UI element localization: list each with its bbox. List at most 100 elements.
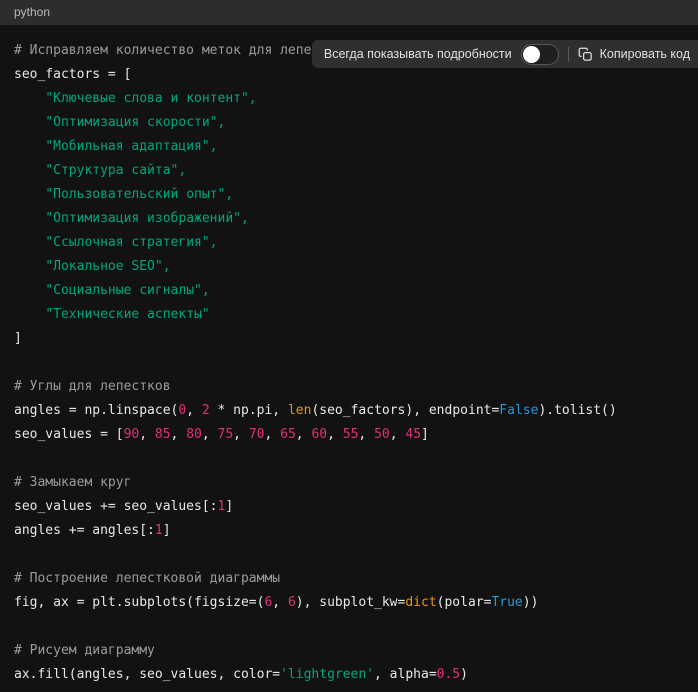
code-token-plain bbox=[14, 91, 45, 106]
code-token-comment: # Замыкаем круг bbox=[14, 475, 131, 490]
code-token-plain: , bbox=[233, 427, 249, 442]
code-token-plain: ] bbox=[14, 331, 22, 346]
code-token-plain: * np.pi, bbox=[210, 403, 288, 418]
code-token-builtin: len bbox=[288, 403, 311, 418]
code-token-number: 45 bbox=[405, 427, 421, 442]
code-header: python bbox=[0, 0, 698, 25]
code-token-plain bbox=[14, 307, 45, 322]
code-token-plain: ), subplot_kw= bbox=[296, 595, 406, 610]
toolbar-divider bbox=[568, 47, 569, 62]
copy-code-button[interactable]: Копировать код bbox=[578, 47, 690, 62]
code-token-comment: # Построение лепестковой диаграммы bbox=[14, 571, 280, 586]
code-token-plain: , alpha= bbox=[374, 667, 437, 682]
code-token-number: 0.5 bbox=[437, 667, 460, 682]
code-token-plain: ] bbox=[225, 499, 233, 514]
code-token-plain: ).tolist() bbox=[538, 403, 616, 418]
code-token-number: 90 bbox=[124, 427, 140, 442]
code-line: "Технические аспекты" bbox=[14, 303, 684, 327]
code-token-string: 'lightgreen' bbox=[280, 667, 374, 682]
code-token-plain: seo_values = [ bbox=[14, 427, 124, 442]
code-line: seo_values = [90, 85, 80, 75, 70, 65, 60… bbox=[14, 423, 684, 447]
code-token-plain: (polar= bbox=[437, 595, 492, 610]
code-token-plain: seo_values += seo_values[: bbox=[14, 499, 218, 514]
code-token-plain bbox=[14, 259, 45, 274]
code-token-plain: , bbox=[264, 427, 280, 442]
code-token-plain: , bbox=[296, 427, 312, 442]
code-token-plain bbox=[14, 163, 45, 178]
code-token-plain: angles = np.linspace( bbox=[14, 403, 178, 418]
code-token-plain: , bbox=[139, 427, 155, 442]
code-token-plain: , bbox=[186, 403, 202, 418]
code-token-number: 50 bbox=[374, 427, 390, 442]
code-line: "Оптимизация изображений", bbox=[14, 207, 684, 231]
always-show-details-label: Всегда показывать подробности bbox=[324, 47, 512, 61]
code-token-string: "Социальные сигналы", bbox=[45, 283, 209, 298]
code-token-plain: , bbox=[272, 595, 288, 610]
code-line: "Оптимизация скорости", bbox=[14, 111, 684, 135]
code-line: "Социальные сигналы", bbox=[14, 279, 684, 303]
code-line: "Пользовательский опыт", bbox=[14, 183, 684, 207]
code-token-string: "Оптимизация изображений", bbox=[45, 211, 249, 226]
code-token-plain: , bbox=[327, 427, 343, 442]
code-token-string: "Технические аспекты" bbox=[45, 307, 209, 322]
code-token-keyword: False bbox=[499, 403, 538, 418]
code-token-number: 60 bbox=[311, 427, 327, 442]
code-token-string: "Ссылочная стратегия", bbox=[45, 235, 217, 250]
code-token-plain bbox=[14, 115, 45, 130]
code-token-plain: ] bbox=[163, 523, 171, 538]
code-token-comment: # Исправляем количество меток для лепест… bbox=[14, 43, 351, 58]
code-token-plain: , bbox=[390, 427, 406, 442]
code-token-number: 65 bbox=[280, 427, 296, 442]
code-token-plain bbox=[14, 187, 45, 202]
code-line: # Построение лепестковой диаграммы bbox=[14, 567, 684, 591]
code-token-number: 55 bbox=[343, 427, 359, 442]
code-line bbox=[14, 447, 684, 471]
code-line: "Локальное SEO", bbox=[14, 255, 684, 279]
code-token-string: "Пользовательский опыт", bbox=[45, 187, 233, 202]
code-token-plain: (seo_factors), endpoint= bbox=[311, 403, 499, 418]
code-token-plain: ] bbox=[421, 427, 429, 442]
code-token-string: "Структура сайта", bbox=[45, 163, 186, 178]
code-line: "Структура сайта", bbox=[14, 159, 684, 183]
code-token-plain: , bbox=[202, 427, 218, 442]
code-token-plain: seo_factors = [ bbox=[14, 67, 131, 82]
code-token-plain: )) bbox=[523, 595, 539, 610]
code-token-number: 2 bbox=[202, 403, 210, 418]
code-token-plain bbox=[14, 235, 45, 250]
code-scroll-area: # Исправляем количество меток для лепест… bbox=[0, 25, 698, 692]
code-token-string: "Ключевые слова и контент", bbox=[45, 91, 256, 106]
code-line: seo_values += seo_values[:1] bbox=[14, 495, 684, 519]
code-token-number: 1 bbox=[155, 523, 163, 538]
code-block: python # Исправляем количество меток для… bbox=[0, 0, 698, 692]
code-token-plain: angles += angles[: bbox=[14, 523, 155, 538]
code-line: ] bbox=[14, 327, 684, 351]
copy-code-label: Копировать код bbox=[600, 47, 690, 61]
code-line: # Рисуем диаграмму bbox=[14, 639, 684, 663]
code-token-number: 75 bbox=[218, 427, 234, 442]
code-line: fig, ax = plt.subplots(figsize=(6, 6), s… bbox=[14, 591, 684, 615]
code-token-plain bbox=[14, 283, 45, 298]
details-toggle[interactable] bbox=[521, 44, 559, 65]
code-content: # Исправляем количество меток для лепест… bbox=[14, 39, 684, 687]
code-token-string: "Мобильная адаптация", bbox=[45, 139, 217, 154]
code-line: ax.fill(angles, seo_values, color='light… bbox=[14, 663, 684, 687]
code-token-number: 70 bbox=[249, 427, 265, 442]
code-token-number: 80 bbox=[186, 427, 202, 442]
floating-toolbar: Всегда показывать подробности Копировать… bbox=[312, 40, 698, 68]
code-token-plain bbox=[14, 211, 45, 226]
code-token-plain bbox=[14, 139, 45, 154]
code-line: # Замыкаем круг bbox=[14, 471, 684, 495]
code-token-comment: # Рисуем диаграмму bbox=[14, 643, 155, 658]
code-line: # Углы для лепестков bbox=[14, 375, 684, 399]
code-token-comment: # Углы для лепестков bbox=[14, 379, 171, 394]
code-token-string: "Оптимизация скорости", bbox=[45, 115, 225, 130]
code-line: "Ссылочная стратегия", bbox=[14, 231, 684, 255]
code-line: angles = np.linspace(0, 2 * np.pi, len(s… bbox=[14, 399, 684, 423]
code-token-builtin: dict bbox=[405, 595, 436, 610]
code-line bbox=[14, 543, 684, 567]
code-token-number: 6 bbox=[288, 595, 296, 610]
code-line: "Ключевые слова и контент", bbox=[14, 87, 684, 111]
code-line bbox=[14, 615, 684, 639]
code-token-plain: ) bbox=[460, 667, 468, 682]
code-language-label: python bbox=[14, 0, 50, 25]
